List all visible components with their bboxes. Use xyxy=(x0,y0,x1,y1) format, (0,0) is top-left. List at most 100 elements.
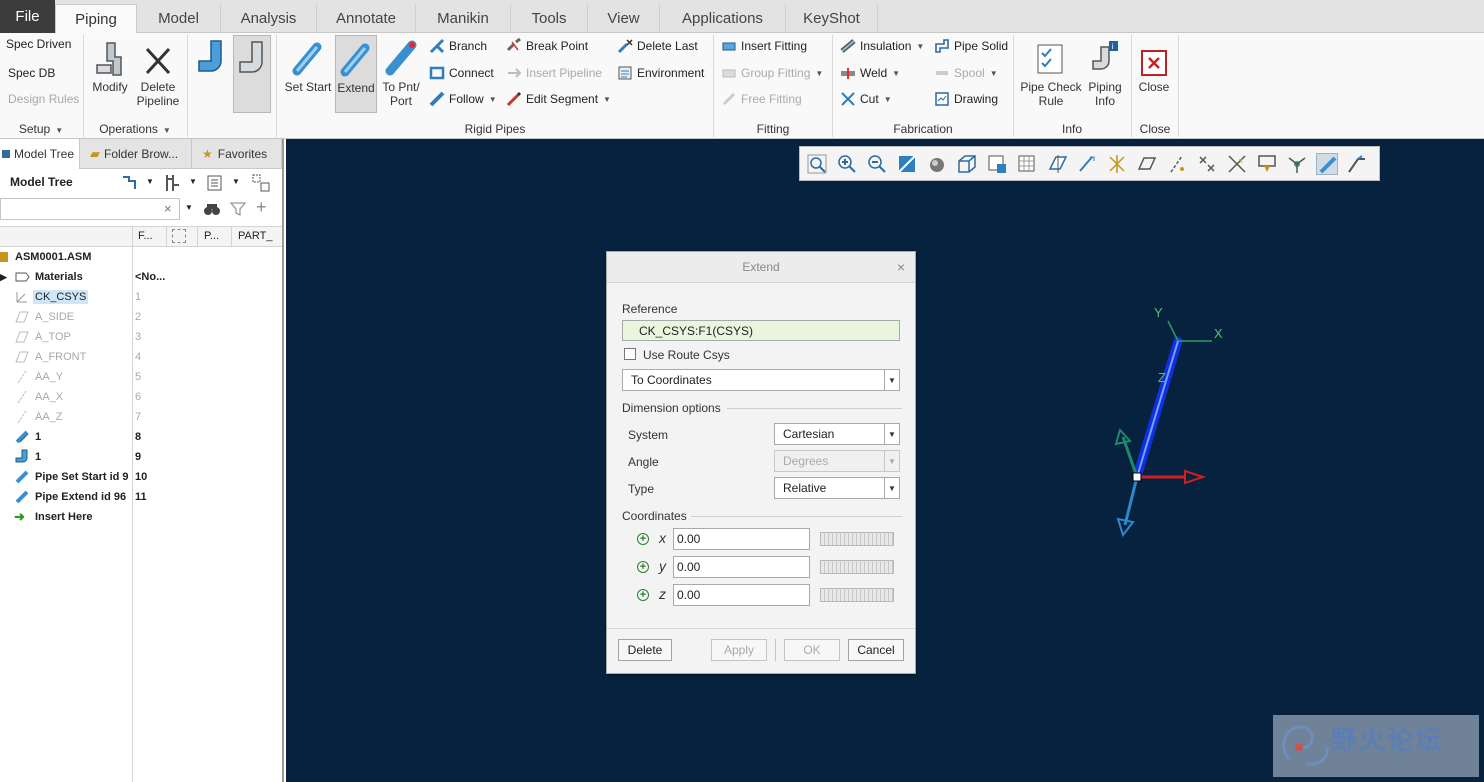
environment-button[interactable]: Environment xyxy=(617,63,704,83)
show-icon[interactable] xyxy=(206,174,224,192)
ok-button[interactable]: OK xyxy=(784,639,840,661)
tab-piping[interactable]: Piping xyxy=(55,4,137,34)
point-display-icon[interactable] xyxy=(1196,153,1218,175)
axis-display-toggle-icon[interactable] xyxy=(1166,153,1188,175)
piping-info-button[interactable]: i Piping Info xyxy=(1086,35,1124,113)
tab-file[interactable]: File xyxy=(0,0,55,33)
column-header-part[interactable]: PART_ xyxy=(238,230,272,242)
add-z-icon[interactable]: + xyxy=(637,589,649,601)
tab-tools[interactable]: Tools xyxy=(511,4,588,33)
clear-search-icon[interactable]: × xyxy=(164,201,172,216)
tab-applications[interactable]: Applications xyxy=(660,4,786,33)
find-binoculars-icon[interactable] xyxy=(203,200,221,218)
zoom-out-icon[interactable] xyxy=(866,153,888,175)
tab-annotate[interactable]: Annotate xyxy=(317,4,416,33)
perspective-icon[interactable] xyxy=(1016,153,1038,175)
repaint-icon[interactable] xyxy=(896,153,918,175)
tree-row-route[interactable]: 19 xyxy=(0,447,280,467)
pipe-display-icon[interactable] xyxy=(1316,153,1338,175)
tab-folder-browser[interactable]: ▰ Folder Brow... xyxy=(82,139,192,169)
setup-group-label[interactable]: Setup ▼ xyxy=(0,120,82,138)
use-route-csys-checkbox[interactable] xyxy=(624,348,636,360)
group-fitting-button[interactable]: Group Fitting ▼ xyxy=(721,63,823,83)
modify-button[interactable]: Modify xyxy=(88,35,132,113)
add-x-icon[interactable]: + xyxy=(637,533,649,545)
system-select[interactable]: Cartesian ▼ xyxy=(774,423,900,445)
add-icon[interactable]: + xyxy=(256,197,267,218)
column-header-icon[interactable] xyxy=(172,229,186,243)
tree-row-insert-here[interactable]: ➜ Insert Here xyxy=(0,507,280,527)
apply-button[interactable]: Apply xyxy=(711,639,767,661)
chevron-down-icon[interactable]: ▼ xyxy=(146,177,154,186)
tree-row-materials[interactable]: ▶ Materials <No... xyxy=(0,267,280,287)
chevron-down-icon[interactable]: ▼ xyxy=(185,203,193,212)
chevron-down-icon[interactable]: ▼ xyxy=(189,177,197,186)
spin-center-icon[interactable] xyxy=(1286,153,1308,175)
insert-pipeline-button[interactable]: Insert Pipeline xyxy=(506,63,602,83)
extend-button[interactable]: Extend xyxy=(335,35,377,113)
section-icon[interactable] xyxy=(1046,153,1068,175)
tree-row-aa-x[interactable]: AA_X 6 xyxy=(0,387,280,407)
y-input[interactable]: 0.00 xyxy=(673,556,810,578)
spool-button[interactable]: Spool ▼ xyxy=(934,63,998,83)
filter-funnel-icon[interactable] xyxy=(229,200,247,218)
saved-orientations-icon[interactable] xyxy=(956,153,978,175)
close-button[interactable]: Close xyxy=(1135,35,1173,113)
tree-row-a-top[interactable]: A_TOP 3 xyxy=(0,327,280,347)
annotation-display-icon[interactable] xyxy=(1256,153,1278,175)
tree-row-asm[interactable]: ASM0001.ASM xyxy=(0,247,280,267)
tree-row-ck-csys[interactable]: CK_CSYS 1 xyxy=(0,287,280,307)
csys-tag-icon[interactable]: x xyxy=(1226,153,1248,175)
tab-analysis[interactable]: Analysis xyxy=(221,4,317,33)
mode-select[interactable]: To Coordinates ▼ xyxy=(622,369,900,391)
spec-driven-button[interactable]: Spec Driven xyxy=(6,37,71,51)
axis-display-icon[interactable] xyxy=(1076,153,1098,175)
cancel-button[interactable]: Cancel xyxy=(848,639,904,661)
tab-favorites[interactable]: ★ Favorites xyxy=(194,139,282,169)
to-pnt-port-button[interactable]: To Pnt/ Port xyxy=(379,35,423,113)
cut-button[interactable]: Cut ▼ xyxy=(840,89,892,109)
plane-display-icon[interactable] xyxy=(1136,153,1158,175)
expand-arrow-icon[interactable]: ▶ xyxy=(0,272,7,283)
x-thumbwheel[interactable] xyxy=(820,532,894,546)
dialog-close-icon[interactable]: × xyxy=(897,259,905,275)
centerline-icon[interactable] xyxy=(1346,153,1368,175)
weld-button[interactable]: Weld ▼ xyxy=(840,63,900,83)
column-header-p[interactable]: P... xyxy=(204,230,219,242)
angle-select[interactable]: Degrees ▼ xyxy=(774,450,900,472)
reference-field[interactable]: CK_CSYS:F1(CSYS) xyxy=(622,320,900,341)
tree-filter-icon[interactable] xyxy=(120,173,140,193)
x-input[interactable]: 0.00 xyxy=(673,528,810,550)
chevron-down-icon[interactable]: ▼ xyxy=(232,177,240,186)
tree-row-a-side[interactable]: A_SIDE 2 xyxy=(0,307,280,327)
branch-button[interactable]: Branch xyxy=(429,36,487,56)
tab-model[interactable]: Model xyxy=(137,4,221,33)
view-manager-icon[interactable] xyxy=(986,153,1008,175)
tab-model-tree[interactable]: Model Tree xyxy=(0,139,80,169)
route-pipe-button[interactable] xyxy=(233,35,271,113)
follow-button[interactable]: Follow ▼ xyxy=(429,89,497,109)
tree-columns-icon[interactable] xyxy=(251,173,271,193)
connect-button[interactable]: Connect xyxy=(429,63,494,83)
type-select[interactable]: Relative ▼ xyxy=(774,477,900,499)
z-input[interactable]: 0.00 xyxy=(673,584,810,606)
drawing-button[interactable]: Drawing xyxy=(934,89,998,109)
spec-db-button[interactable]: Spec DB xyxy=(8,66,55,80)
pipe-solid-button[interactable]: Pipe Solid xyxy=(934,36,1008,56)
tree-row-pipe-extend[interactable]: Pipe Extend id 96 11 xyxy=(0,487,280,507)
display-style-icon[interactable] xyxy=(926,153,948,175)
operations-group-label[interactable]: Operations ▼ xyxy=(85,120,185,138)
zoom-in-icon[interactable] xyxy=(836,153,858,175)
y-thumbwheel[interactable] xyxy=(820,560,894,574)
delete-pipeline-button[interactable]: Delete Pipeline xyxy=(134,35,182,113)
free-fitting-button[interactable]: Free Fitting xyxy=(721,89,802,109)
tree-row-aa-y[interactable]: AA_Y 5 xyxy=(0,367,280,387)
tab-view[interactable]: View xyxy=(588,4,660,33)
csys-display-icon[interactable] xyxy=(1106,153,1128,175)
add-y-icon[interactable]: + xyxy=(637,561,649,573)
tree-row-aa-z[interactable]: AA_Z 7 xyxy=(0,407,280,427)
insulation-button[interactable]: Insulation ▼ xyxy=(840,36,924,56)
pipe-check-rule-button[interactable]: Pipe Check Rule xyxy=(1019,35,1083,113)
design-rules-button[interactable]: Design Rules xyxy=(8,92,79,106)
create-pipe-button[interactable] xyxy=(191,35,231,113)
